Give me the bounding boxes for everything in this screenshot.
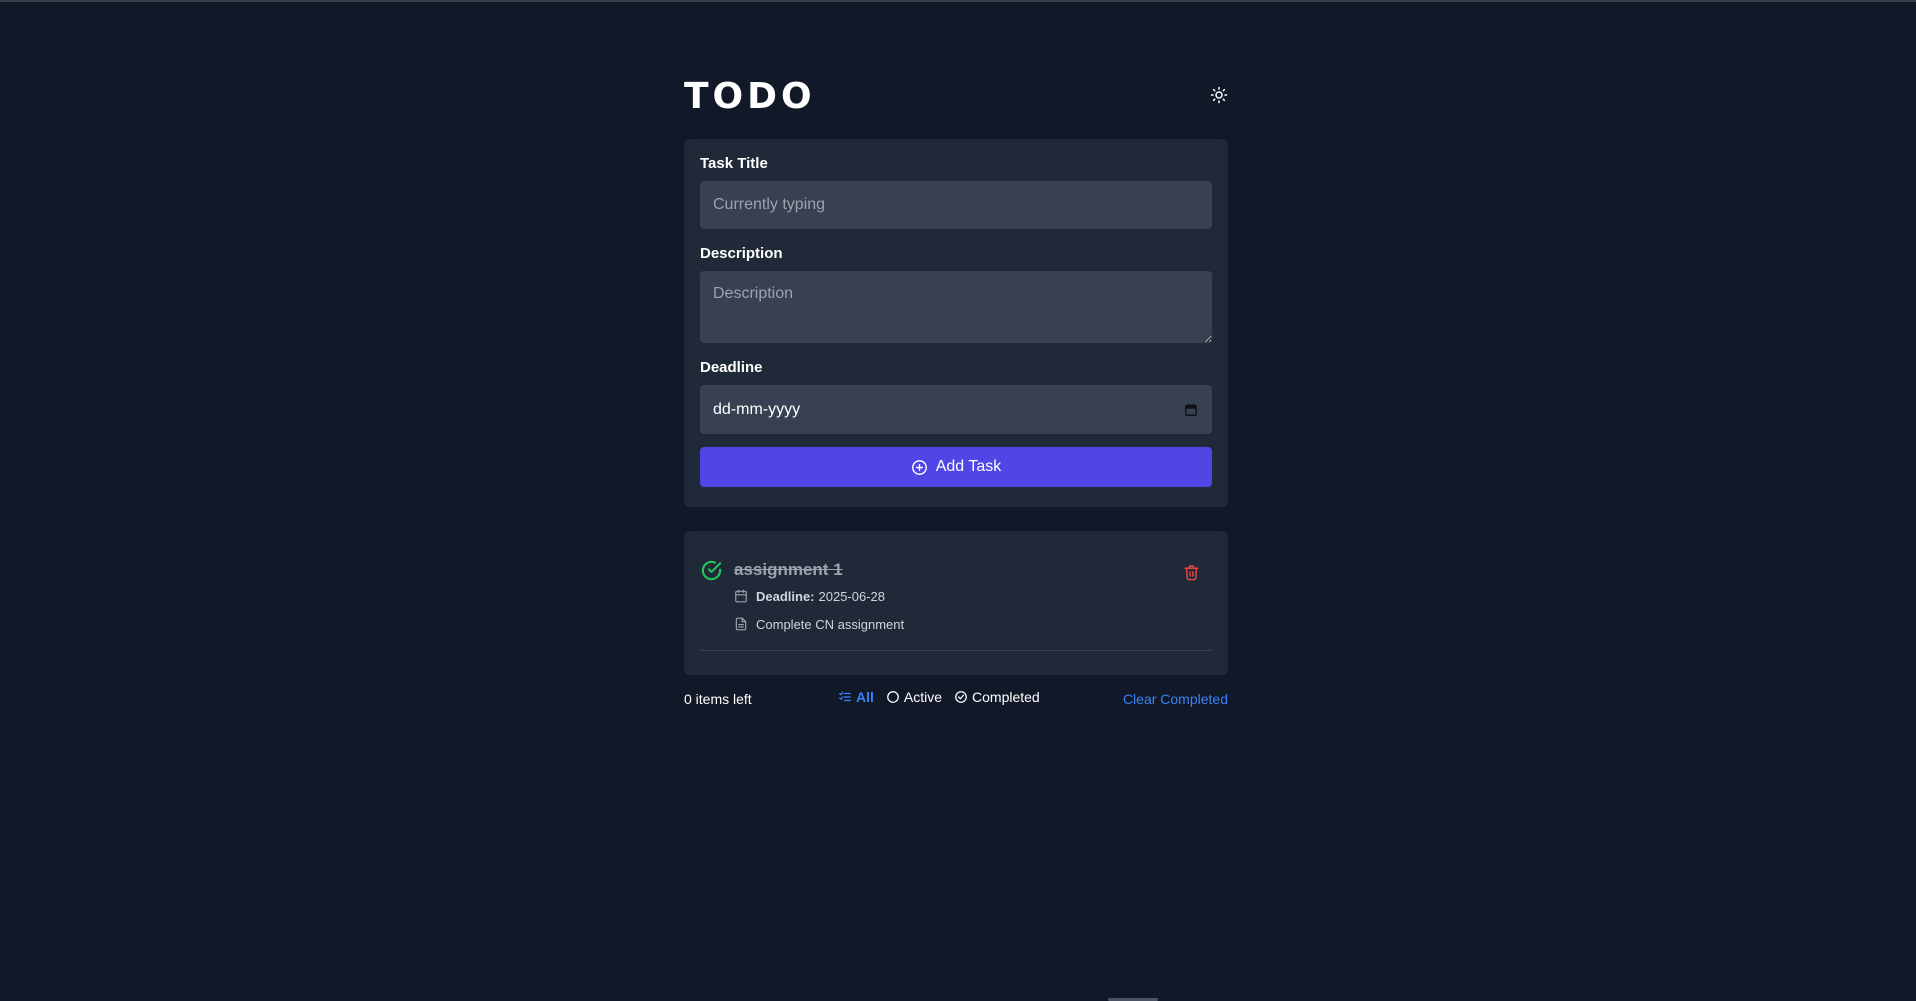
circle-icon	[886, 690, 900, 704]
filter-active[interactable]: Active	[886, 689, 942, 705]
description-textarea[interactable]	[700, 271, 1212, 343]
task-item: assignment 1 Deadline: 2025-06-28 Comple…	[700, 559, 1212, 651]
file-text-icon	[734, 617, 748, 631]
todo-app: TODO Task Title Description	[684, 72, 1228, 709]
deadline-key: Deadline:	[756, 588, 815, 604]
circle-check-icon	[954, 690, 968, 704]
deadline-date-input[interactable]: dd-mm-yyyy	[700, 385, 1212, 434]
description-text: Complete CN assignment	[756, 616, 905, 632]
add-task-label: Add Task	[935, 458, 1002, 475]
description-label: Description	[700, 245, 783, 262]
task-title-input[interactable]	[700, 181, 1212, 229]
filter-completed[interactable]: Completed	[954, 689, 1040, 705]
deadline-date-value: dd-mm-yyyy	[713, 400, 801, 418]
window-top-border	[0, 0, 1916, 2]
task-list: assignment 1 Deadline: 2025-06-28 Comple…	[684, 531, 1228, 675]
items-left-count: 0 items left	[684, 691, 752, 707]
add-task-button[interactable]: Add Task	[700, 447, 1212, 487]
filter-group: All Active Completed	[838, 689, 1040, 705]
task-deadline: Deadline: 2025-06-28	[734, 587, 1212, 605]
deadline-value: 2025-06-28	[818, 588, 886, 604]
list-check-icon	[838, 690, 852, 704]
delete-task-button[interactable]	[1178, 559, 1204, 585]
task-footer: 0 items left All Active Completed Clear …	[684, 689, 1228, 709]
task-title: assignment 1	[734, 560, 843, 579]
add-task-form: Task Title Description Deadline dd-mm-yy…	[684, 139, 1228, 507]
clear-completed-button[interactable]: Clear Completed	[1123, 691, 1228, 707]
theme-toggle-button[interactable]	[1204, 81, 1234, 111]
completed-check-icon[interactable]	[700, 559, 723, 582]
trash-icon	[1183, 564, 1200, 581]
plus-circle-icon	[911, 459, 928, 476]
sun-icon	[1210, 86, 1228, 107]
deadline-label: Deadline	[700, 359, 763, 376]
task-title-label: Task Title	[700, 155, 768, 172]
filter-active-label: Active	[903, 689, 943, 705]
calendar-icon	[734, 589, 748, 603]
filter-all-label: All	[856, 689, 874, 705]
calendar-picker-icon[interactable]	[1184, 403, 1198, 417]
filter-all[interactable]: All	[838, 689, 874, 705]
filter-completed-label: Completed	[972, 689, 1040, 705]
task-description: Complete CN assignment	[734, 615, 1212, 633]
app-header: TODO	[684, 72, 1228, 120]
app-title: TODO	[684, 75, 816, 117]
